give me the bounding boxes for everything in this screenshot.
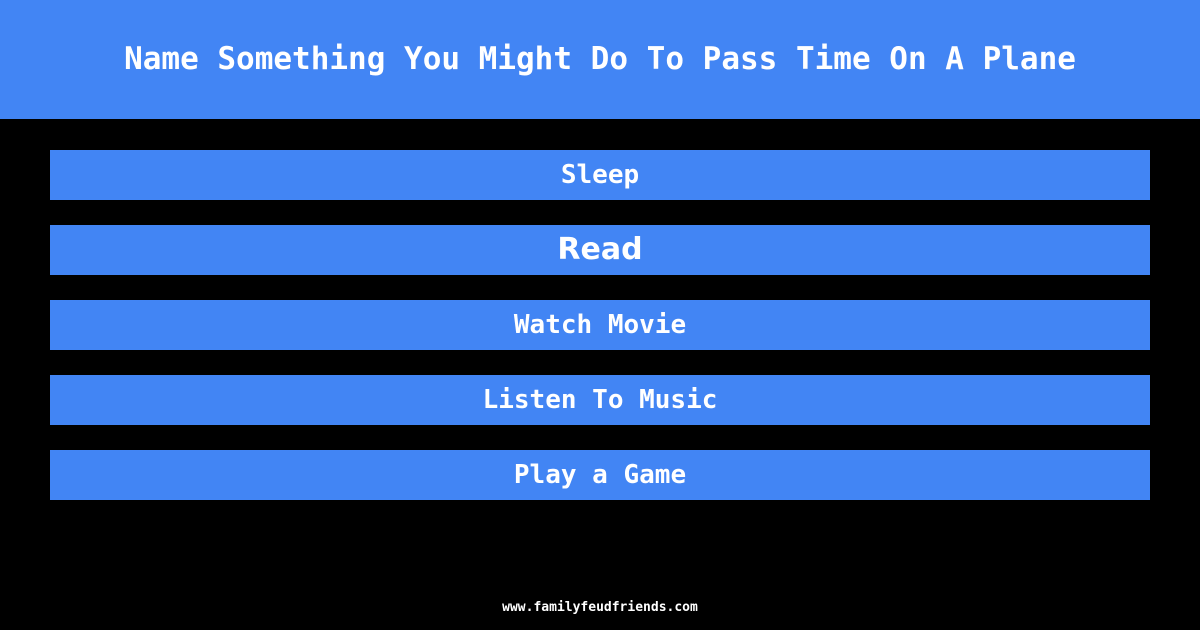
answer-label-2: Read [557,232,643,267]
site-url: www.familyfeudfriends.com [502,600,698,615]
answer-label-3: Watch Movie [513,310,687,340]
page-title: Name Something You Might Do To Pass Time… [124,41,1076,77]
answer-label-1: Sleep [560,160,640,190]
answer-label-5: Play a Game [513,460,687,490]
footer: www.familyfeudfriends.com [0,596,1200,615]
answer-row-5[interactable]: Play a Game [50,450,1150,500]
family-feud-answer-card: Name Something You Might Do To Pass Time… [0,0,1200,630]
answer-list: Sleep Read Watch Movie Listen To Music P… [50,150,1150,525]
answer-row-4[interactable]: Listen To Music [50,375,1150,425]
answer-row-2[interactable]: Read [50,225,1150,275]
question-header: Name Something You Might Do To Pass Time… [0,0,1200,119]
answer-label-4: Listen To Music [482,385,718,415]
answer-row-1[interactable]: Sleep [50,150,1150,200]
answer-row-3[interactable]: Watch Movie [50,300,1150,350]
